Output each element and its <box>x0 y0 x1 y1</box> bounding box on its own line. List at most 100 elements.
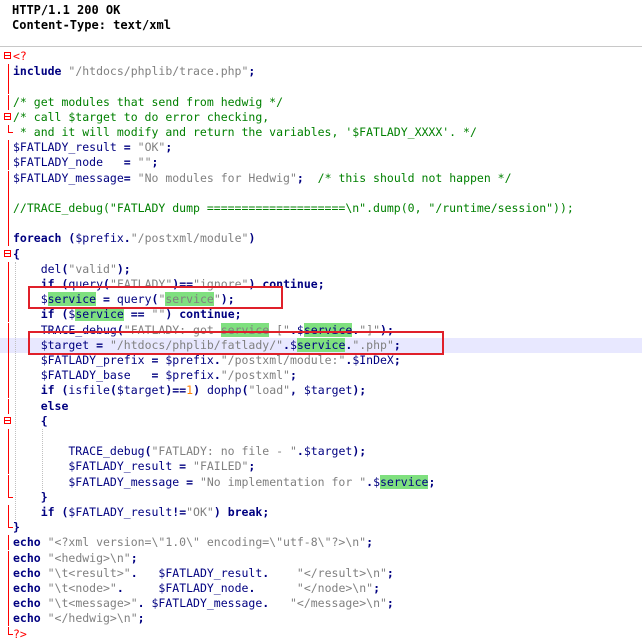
code-text: { <box>13 414 48 429</box>
code-token: $prefix <box>165 368 214 383</box>
code-token: $prefix <box>165 353 214 367</box>
code-token: != <box>172 505 187 519</box>
code-line[interactable]: } <box>0 520 642 535</box>
code-line[interactable]: $FATLADY_node = ""; <box>0 155 642 171</box>
code-token: $target <box>303 383 353 398</box>
code-line[interactable]: $FATLADY_prefix = $prefix."/postxml/modu… <box>0 353 642 368</box>
code-line[interactable]: foreach ($prefix."/postxml/module") <box>0 231 642 247</box>
code-line[interactable]: $FATLADY_message = "No implementation fo… <box>0 474 642 490</box>
code-token: )== <box>165 383 187 398</box>
fold-guide <box>3 398 13 414</box>
content-type-line: Content-Type: text/xml <box>12 18 171 32</box>
code-line[interactable]: echo "\t<result>". $FATLADY_result. "</r… <box>0 565 642 581</box>
code-token: <? <box>13 49 27 63</box>
code-line[interactable]: } <box>0 489 642 505</box>
fold-guide <box>3 383 13 399</box>
code-token: . <box>262 565 297 580</box>
code-text: echo "<hedwig>\n"; <box>13 551 138 566</box>
code-line[interactable]: echo "\t<message>". $FATLADY_message. "<… <box>0 596 642 612</box>
code-text: $FATLADY_node = ""; <box>13 155 158 170</box>
code-text: /* get modules that send from hedwig */ <box>13 95 283 110</box>
code-token: TRACE_debug <box>13 444 145 459</box>
fold-toggle-icon[interactable] <box>3 110 13 125</box>
code-line[interactable]: ?> <box>0 626 642 642</box>
fold-guide <box>3 353 13 368</box>
code-line[interactable] <box>0 216 642 232</box>
code-line[interactable]: $FATLADY_result = "FAILED"; <box>0 459 642 475</box>
code-token: ; <box>373 581 381 595</box>
code-text: foreach ($prefix."/postxml/module") <box>13 231 255 246</box>
code-token: $ <box>373 474 380 489</box>
code-line[interactable]: if (isfile($target)==1) dophp("load", $t… <box>0 383 642 399</box>
code-line[interactable]: /* call $target to do error checking, <box>0 110 642 125</box>
code-token: dophp <box>206 383 242 398</box>
code-token: ) <box>165 307 180 322</box>
code-text: $FATLADY_message= "No modules for Hedwig… <box>13 171 512 186</box>
fold-guide <box>3 626 13 642</box>
code-token: if <box>13 307 62 322</box>
code-token: ; <box>290 368 297 383</box>
code-token: . <box>248 581 297 595</box>
code-line[interactable]: echo "<hedwig>\n"; <box>0 550 642 566</box>
code-line[interactable]: if ($service == "") continue; <box>0 307 642 323</box>
code-line[interactable]: $FATLADY_result = "OK"; <box>0 140 642 156</box>
code-token: echo <box>13 596 48 611</box>
fold-guide <box>3 231 13 247</box>
code-text: } <box>13 520 20 535</box>
code-token: $FATLADY_prefix <box>13 353 152 367</box>
code-line[interactable] <box>0 429 642 444</box>
code-token: $FATLADY_result <box>68 505 173 519</box>
code-line[interactable]: include "/htdocs/phplib/trace.php"; <box>0 64 642 80</box>
code-line[interactable]: TRACE_debug("FATLADY: no file - ".$targe… <box>0 444 642 460</box>
code-token: del <box>13 261 62 276</box>
code-line[interactable]: //TRACE_debug("FATLADY dump ============… <box>0 201 642 216</box>
code-token: "<hedwig>\n" <box>47 550 131 565</box>
code-token: $FATLADY_node <box>158 581 249 595</box>
code-token: ) <box>213 505 228 519</box>
code-token: { <box>13 413 48 428</box>
code-token: continue <box>179 307 235 322</box>
code-line[interactable]: /* get modules that send from hedwig */ <box>0 94 642 110</box>
code-line[interactable]: <? <box>0 49 642 64</box>
fold-guide <box>3 261 13 277</box>
code-line[interactable]: $FATLADY_message= "No modules for Hedwig… <box>0 170 642 186</box>
search-highlight: service <box>75 307 124 322</box>
code-token: "" <box>151 307 166 322</box>
code-token: include <box>13 64 69 79</box>
code-line[interactable]: echo "\t<node>". $FATLADY_node. "</node>… <box>0 581 642 596</box>
code-line[interactable]: if ($FATLADY_result!="OK") break; <box>0 505 642 520</box>
fold-toggle-icon[interactable] <box>3 414 13 429</box>
code-line[interactable]: echo "<?xml version=\"1.0\" encoding=\"u… <box>0 535 642 551</box>
code-token: ; <box>137 611 145 626</box>
fold-guide <box>3 201 13 216</box>
code-line[interactable]: else <box>0 398 642 414</box>
code-token: $FATLADY_message <box>13 474 187 489</box>
fold-toggle-icon[interactable] <box>3 49 13 64</box>
code-line[interactable] <box>0 185 642 201</box>
code-token: $FATLADY_result <box>13 140 124 155</box>
code-text: echo "\t<message>". $FATLADY_message. "<… <box>13 596 394 611</box>
code-token: $FATLADY_result <box>158 565 263 580</box>
fold-toggle-icon[interactable] <box>3 247 13 262</box>
code-line[interactable]: { <box>0 247 642 262</box>
code-token: $InDeX <box>352 353 394 367</box>
code-token: echo <box>13 581 48 595</box>
code-text: echo "<?xml version=\"1.0\" encoding=\"u… <box>13 535 373 550</box>
code-token: "No implementation for " <box>199 474 367 489</box>
code-token: ?> <box>13 626 27 641</box>
code-token: = <box>123 170 138 185</box>
code-token: = <box>186 474 200 489</box>
code-token: ; <box>262 505 270 519</box>
code-line[interactable]: * and it will modify and return the vari… <box>0 125 642 140</box>
code-line[interactable] <box>0 79 642 95</box>
code-line[interactable]: $FATLADY_base = $prefix."/postxml"; <box>0 368 642 384</box>
code-line[interactable]: del("valid"); <box>0 261 642 277</box>
code-token: ); <box>352 383 367 398</box>
code-token: . <box>130 565 159 580</box>
fold-guide <box>3 277 13 292</box>
code-token: = <box>179 459 194 474</box>
code-line[interactable]: echo "</hedwig>\n"; <box>0 611 642 627</box>
code-line[interactable]: { <box>0 414 642 429</box>
code-token: /* call $target to do error checking, <box>13 109 270 124</box>
code-token: foreach <box>13 231 69 246</box>
